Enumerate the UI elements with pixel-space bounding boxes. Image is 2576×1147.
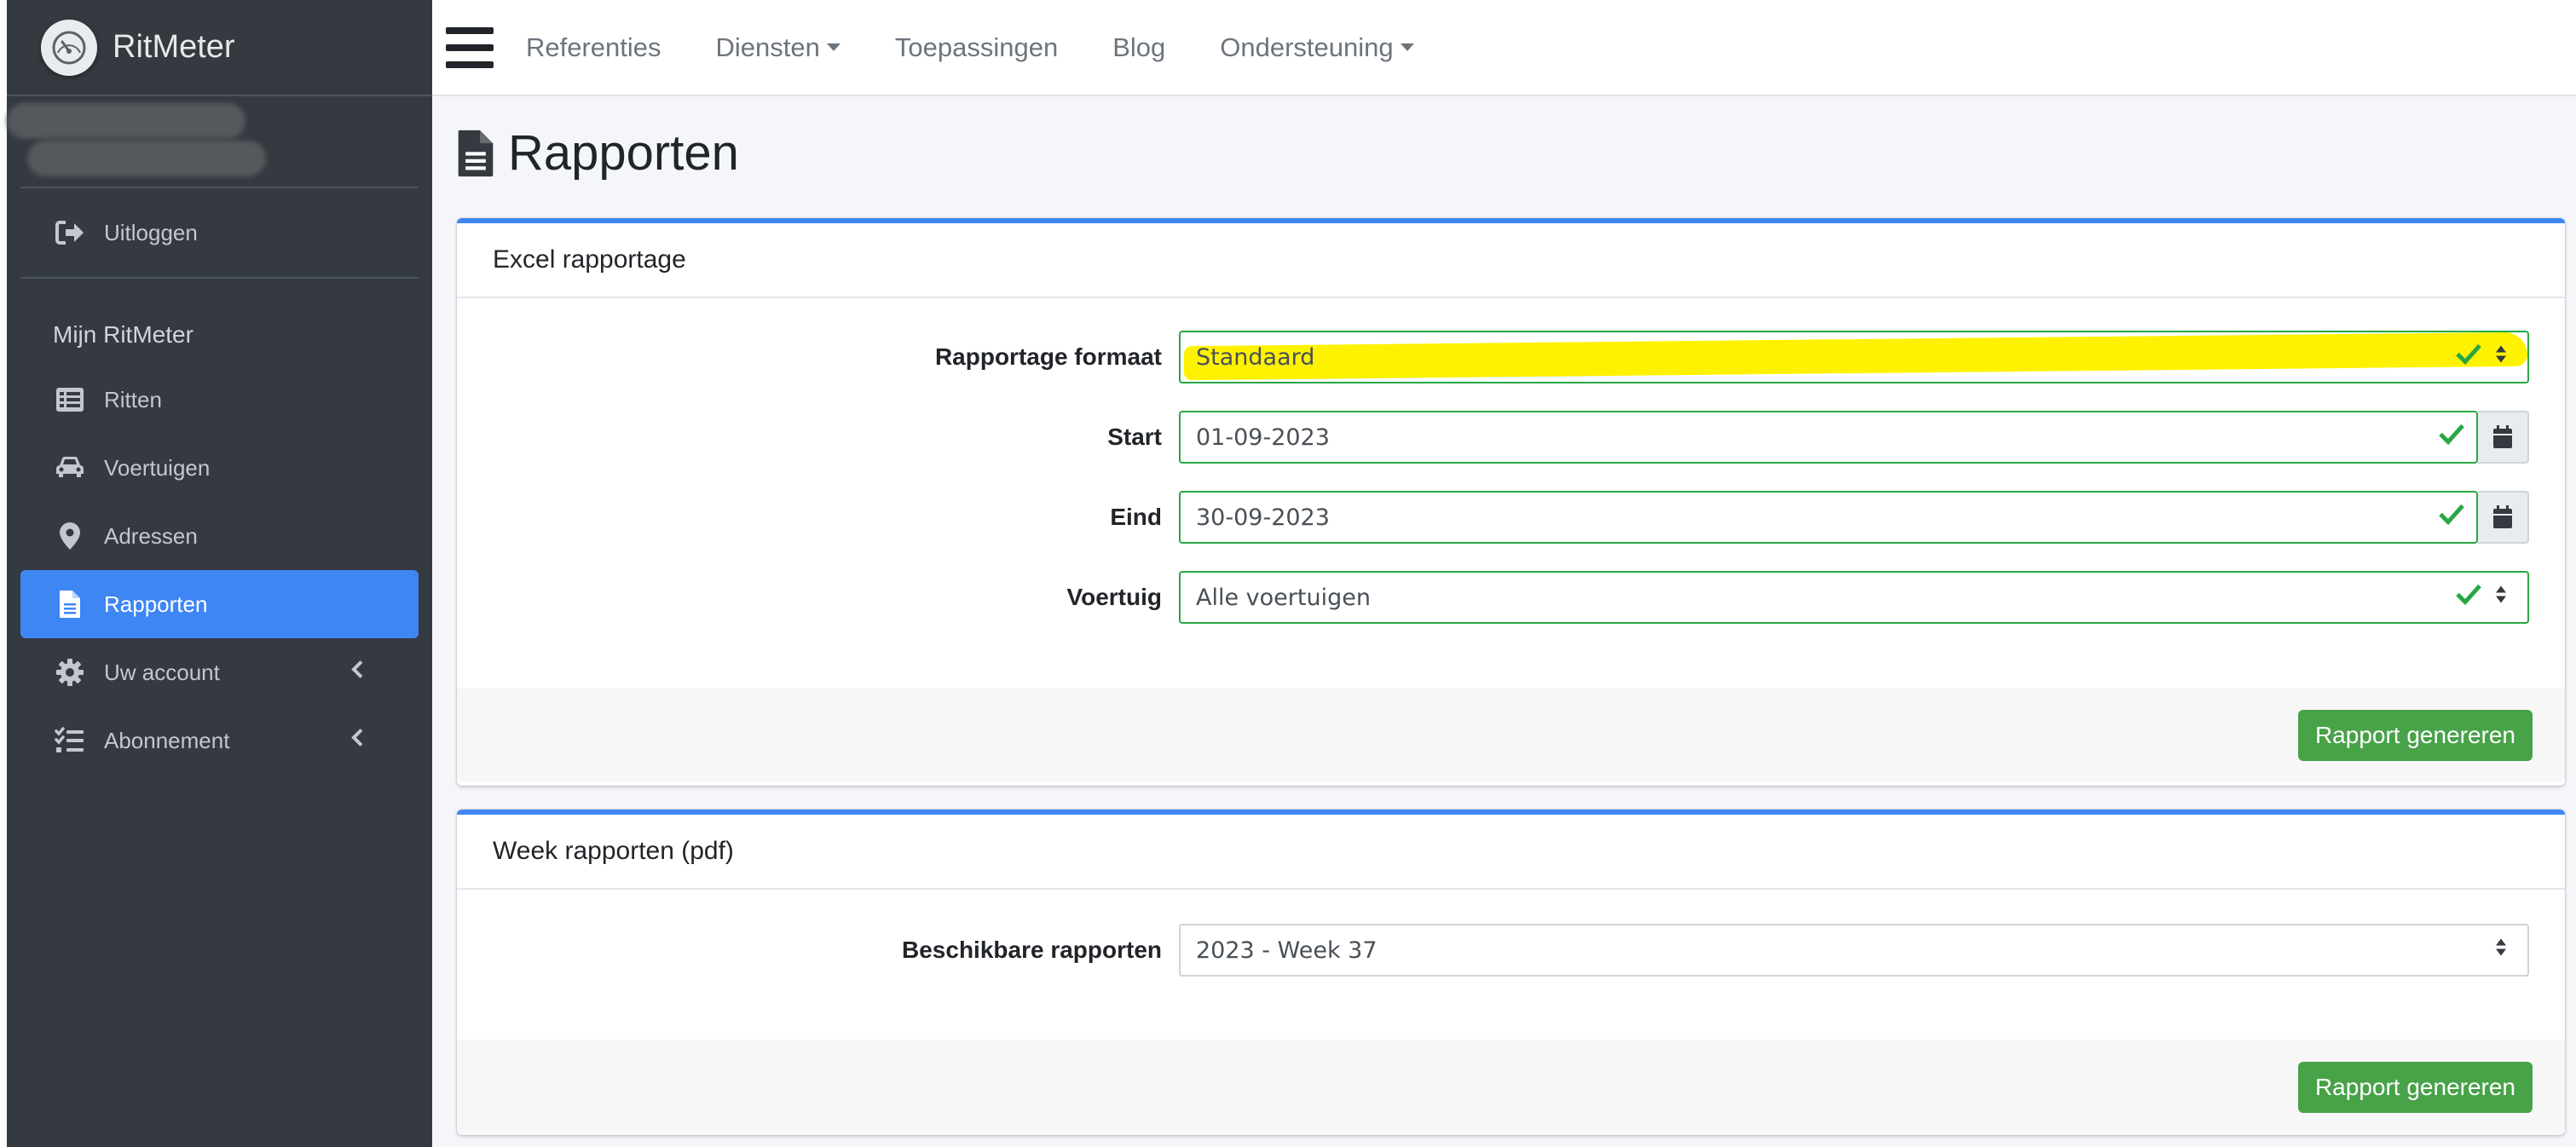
nav-link-referenties[interactable]: Referenties — [526, 32, 661, 63]
excel-report-card: Excel rapportage Rapportage formaat Stan… — [457, 218, 2565, 786]
sidebar-item-uw-account[interactable]: Uw account — [20, 638, 419, 706]
form-row-end: Eind 30-09-2023 — [457, 491, 2565, 544]
week-generate-button[interactable]: Rapport genereren — [2297, 1062, 2533, 1113]
start-label: Start — [1107, 424, 1162, 450]
end-date-input[interactable]: 30-09-2023 — [1179, 491, 2478, 544]
form-row-vehicle: Voertuig Alle voertuigen — [457, 571, 2565, 624]
top-navbar: Referenties Diensten Toepassingen Blog O… — [432, 0, 2576, 96]
user-panel-redacted — [7, 96, 419, 188]
sidebar-item-abonnement[interactable]: Abonnement — [20, 706, 419, 775]
week-form: Beschikbare rapporten 2023 - Week 37 — [457, 890, 2565, 1040]
form-row-format: Rapportage formaat Standaard — [457, 331, 2565, 383]
start-date-value: 01-09-2023 — [1196, 424, 1330, 451]
format-value: Standaard — [1196, 343, 1315, 371]
end-label: Eind — [1110, 504, 1162, 530]
tasks-icon — [55, 725, 85, 756]
vehicle-select[interactable]: Alle voertuigen — [1179, 571, 2529, 624]
vehicle-label: Voertuig — [1066, 584, 1162, 610]
sidebar-item-label: Adressen — [104, 522, 198, 549]
nav-link-ondersteuning-dropdown[interactable]: Ondersteuning — [1220, 32, 1414, 63]
nav-link-label: Diensten — [715, 32, 820, 62]
nav-link-label: Referenties — [526, 32, 661, 62]
list-icon — [55, 384, 85, 415]
calendar-icon — [2493, 505, 2512, 528]
week-card-footer: Rapport genereren — [457, 1040, 2565, 1135]
start-date-input[interactable]: 01-09-2023 — [1179, 411, 2478, 464]
sidebar-item-label: Ritten — [104, 386, 162, 412]
select-arrows-icon — [2495, 344, 2507, 371]
file-alt-icon — [55, 589, 85, 620]
redacted-user-line — [7, 103, 245, 139]
sidebar: RitMeter Uitloggen Mijn RitMeter Ritten … — [0, 0, 432, 1147]
speedometer-logo-icon — [41, 19, 97, 76]
available-reports-value: 2023 - Week 37 — [1196, 937, 1378, 964]
format-select[interactable]: Standaard — [1179, 331, 2529, 383]
page-title-text: Rapporten — [508, 125, 739, 181]
excel-generate-button[interactable]: Rapport genereren — [2297, 710, 2533, 761]
available-reports-label: Beschikbare rapporten — [902, 937, 1162, 963]
check-icon — [2439, 504, 2464, 532]
sidebar-item-label: Uw account — [104, 659, 220, 685]
check-icon — [2439, 424, 2464, 452]
nav-link-label: Toepassingen — [894, 32, 1059, 62]
sidebar-item-label: Rapporten — [104, 591, 208, 617]
select-arrows-icon — [2495, 937, 2507, 964]
sidebar-item-ritten[interactable]: Ritten — [20, 366, 419, 434]
cog-icon — [55, 657, 85, 688]
check-icon — [2456, 584, 2481, 612]
logout-link[interactable]: Uitloggen — [20, 199, 419, 267]
redacted-user-line — [27, 141, 266, 176]
car-icon — [55, 452, 85, 483]
caret-down-icon — [1400, 43, 1414, 51]
week-report-card: Week rapporten (pdf) Beschikbare rapport… — [457, 810, 2565, 1135]
map-marker-icon — [55, 521, 85, 551]
form-row-available: Beschikbare rapporten 2023 - Week 37 — [457, 924, 2565, 977]
select-arrows-icon — [2495, 585, 2507, 611]
end-calendar-button[interactable] — [2478, 491, 2529, 544]
excel-card-footer: Rapport genereren — [457, 689, 2565, 782]
end-date-value: 30-09-2023 — [1196, 504, 1330, 531]
sidebar-item-voertuigen[interactable]: Voertuigen — [20, 434, 419, 502]
brand-link[interactable]: RitMeter — [7, 0, 432, 96]
check-icon — [2456, 343, 2481, 372]
excel-form: Rapportage formaat Standaard Start 01-09… — [457, 298, 2565, 689]
sidebar-item-label: Voertuigen — [104, 454, 211, 481]
calendar-icon — [2493, 425, 2512, 448]
form-row-start: Start 01-09-2023 — [457, 411, 2565, 464]
nav-link-blog[interactable]: Blog — [1112, 32, 1165, 63]
card-title: Excel rapportage — [457, 223, 2565, 298]
sidebar-section-header: Mijn RitMeter — [53, 321, 193, 348]
brand-name: RitMeter — [113, 29, 235, 65]
available-reports-select[interactable]: 2023 - Week 37 — [1179, 924, 2529, 977]
sidebar-item-adressen[interactable]: Adressen — [20, 502, 419, 570]
file-alt-icon — [458, 130, 494, 176]
hamburger-menu-icon[interactable] — [446, 26, 494, 68]
nav-link-label: Blog — [1112, 32, 1166, 62]
logout-section: Uitloggen — [20, 188, 419, 279]
chevron-left-icon — [350, 728, 364, 754]
format-label: Rapportage formaat — [934, 343, 1162, 370]
card-title: Week rapporten (pdf) — [457, 815, 2565, 890]
nav-link-diensten-dropdown[interactable]: Diensten — [716, 32, 840, 63]
page-title: Rapporten — [457, 124, 739, 182]
logout-label: Uitloggen — [104, 219, 198, 245]
sidebar-item-label: Abonnement — [104, 727, 230, 753]
nav-link-label: Ondersteuning — [1220, 32, 1394, 62]
yellow-highlight-mark — [1184, 331, 2527, 381]
sidebar-item-rapporten[interactable]: Rapporten — [20, 570, 419, 638]
chevron-left-icon — [350, 660, 364, 686]
top-nav-links: Referenties Diensten Toepassingen Blog O… — [526, 32, 1469, 63]
caret-down-icon — [826, 43, 840, 51]
vehicle-value: Alle voertuigen — [1196, 584, 1371, 611]
sign-out-icon — [55, 217, 85, 248]
nav-link-toepassingen[interactable]: Toepassingen — [895, 32, 1058, 63]
start-calendar-button[interactable] — [2478, 411, 2529, 464]
